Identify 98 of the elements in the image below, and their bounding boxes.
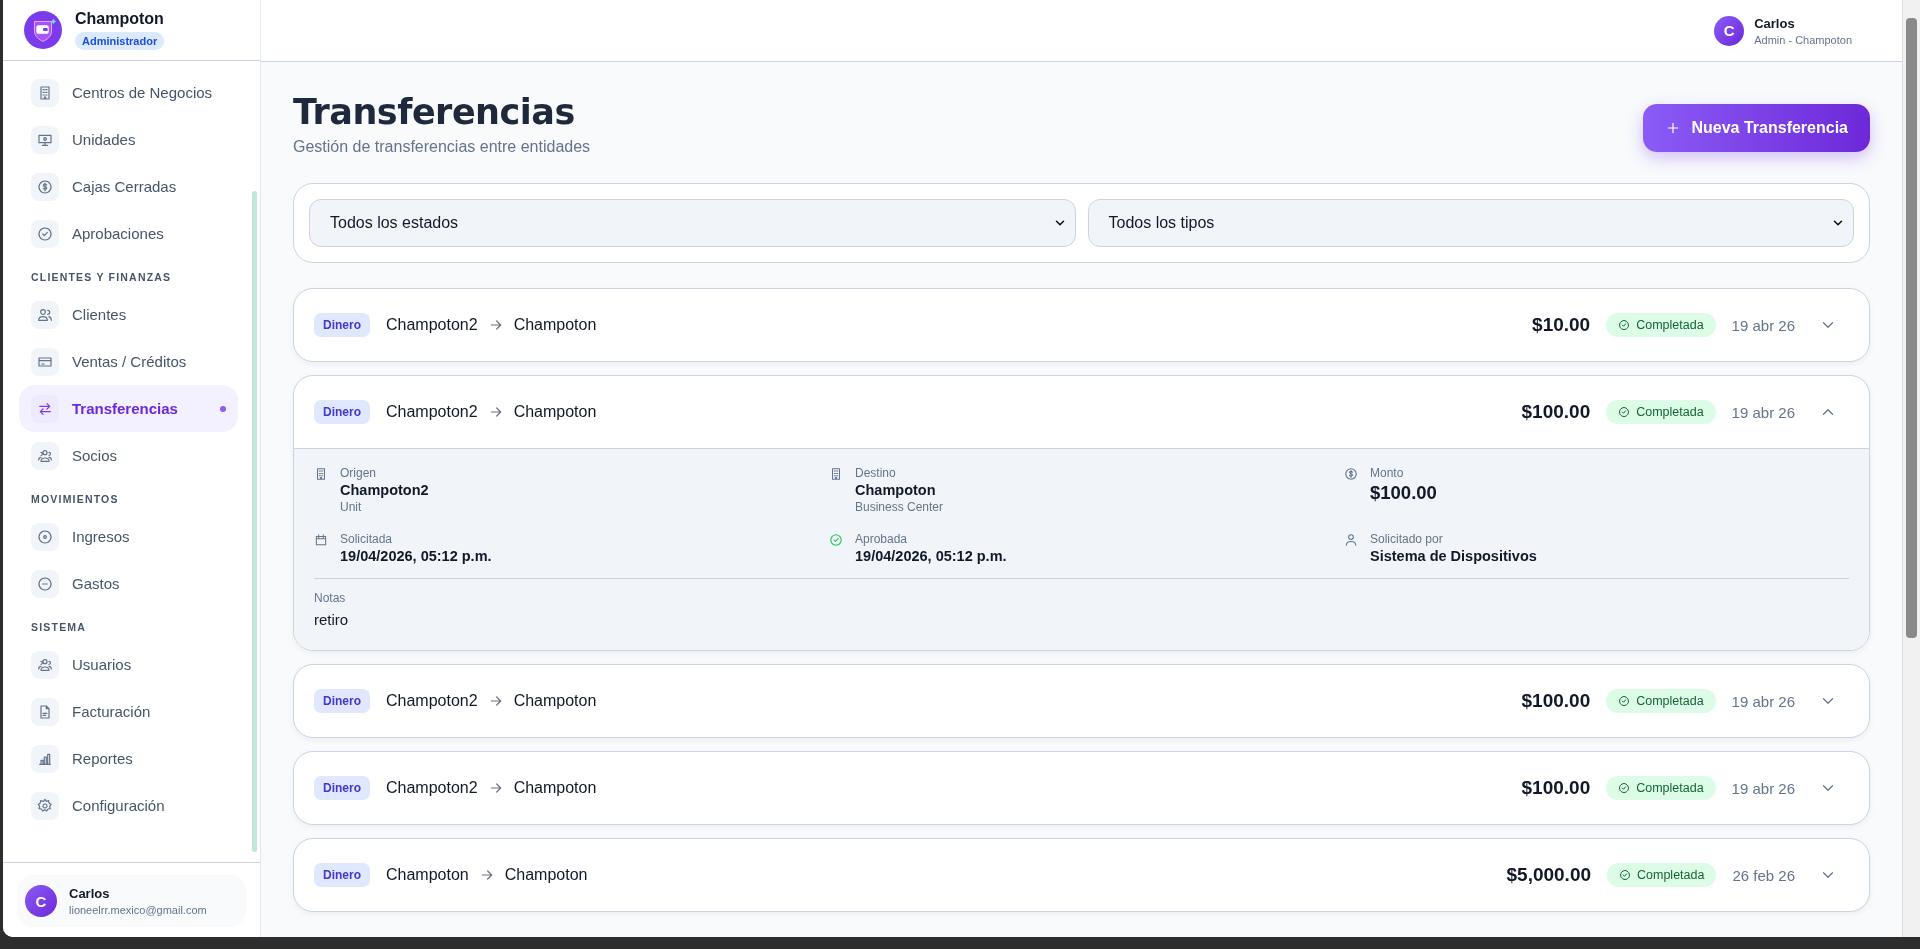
nav-item[interactable]: Unidades [19, 116, 238, 163]
transfer-row[interactable]: Dinero Champoton2 Champoton $100.00 Completada 19 abr 26 [294, 376, 1869, 448]
type-tag: Dinero [314, 689, 370, 713]
transfer-row[interactable]: Dinero Champoton2 Champoton $100.00 Completada 19 abr 26 [294, 752, 1869, 824]
amount: $100.00 [1521, 401, 1591, 423]
nav-item[interactable]: Clientes [19, 291, 238, 338]
status-badge: Completada [1606, 400, 1716, 424]
user-name: Carlos [1754, 15, 1796, 31]
swap-arrows-icon [37, 400, 53, 417]
nav-item[interactable]: Reportes [19, 735, 238, 782]
status-badge: Completada [1606, 313, 1716, 337]
nav-item[interactable]: Configuración [19, 782, 238, 829]
nav-item[interactable]: Ventas / Créditos [19, 338, 238, 385]
field-label: Aprobada [855, 532, 909, 546]
origin-name: Champoton2 [386, 403, 478, 421]
field-subtext: Business Center [855, 500, 944, 514]
status-badge: Completada [1606, 776, 1716, 800]
amount: $100.00 [1521, 690, 1591, 712]
transfer-row[interactable]: Dinero Champoton Champoton $5,000.00 Completada 26 feb 26 [294, 839, 1869, 911]
origin-name: Champoton2 [386, 779, 478, 797]
brand-name: Champoton [75, 10, 165, 28]
nav-section-heading: MOVIMIENTOS [30, 492, 120, 507]
field-value: Sistema de Dispositivos [1370, 548, 1537, 564]
transfer-row[interactable]: Dinero Champoton2 Champoton $10.00 Completada 19 abr 26 [294, 289, 1869, 361]
field-value: 19/04/2026, 05:12 p.m. [340, 548, 492, 564]
nav-item[interactable]: Gastos [19, 560, 238, 607]
origin-name: Champoton2 [386, 692, 478, 710]
destination-name: Champoton [513, 779, 597, 797]
nav-item[interactable]: Facturación [19, 688, 238, 735]
type-tag: Dinero [314, 863, 370, 887]
page-title: Transferencias [293, 92, 576, 132]
building-icon [314, 467, 328, 481]
notes-label: Notas [314, 591, 347, 605]
person-icon [1344, 533, 1358, 547]
role-badge: Administrador [75, 32, 165, 50]
amount: $5,000.00 [1506, 864, 1592, 886]
user-card[interactable]: C Carlos lioneelrr.mexico@gmail.com [17, 875, 246, 927]
building-icon [37, 84, 53, 101]
user-role: Admin - Champoton [1754, 33, 1852, 46]
date: 19 abr 26 [1731, 403, 1795, 421]
nav-item[interactable]: Ingresos [19, 513, 238, 560]
field-label: Destino [855, 466, 897, 480]
new-transfer-button[interactable]: Nueva Transferencia [1643, 104, 1870, 152]
status-badge: Completada [1607, 863, 1717, 887]
nav-item[interactable]: Transferencias [19, 385, 238, 432]
building-icon [829, 467, 843, 481]
destination-name: Champoton [504, 866, 588, 884]
scrollbar-thumb[interactable] [252, 191, 257, 852]
date: 19 abr 26 [1731, 779, 1795, 797]
type-tag: Dinero [314, 400, 370, 424]
nav-item[interactable]: Socios [19, 432, 238, 479]
calendar-icon [314, 533, 328, 547]
destination-name: Champoton [513, 692, 597, 710]
destination-name: Champoton [513, 403, 597, 421]
notes-text: retiro [314, 611, 350, 628]
nav-section-heading: SISTEMA [30, 620, 88, 635]
nav-item[interactable]: Usuarios [19, 641, 238, 688]
nav-section-heading: CLIENTES Y FINANZAS [30, 270, 173, 285]
user-name: Carlos [69, 886, 111, 901]
avatar: C [25, 885, 57, 917]
amount: $10.00 [1532, 314, 1591, 336]
field-value: Champoton2 [340, 482, 429, 498]
date: 19 abr 26 [1731, 692, 1795, 710]
dollar-icon [37, 178, 53, 195]
date: 19 abr 26 [1731, 316, 1795, 334]
field-label: Monto [1370, 466, 1405, 480]
gear-icon [37, 797, 53, 814]
nav-item[interactable]: Aprobaciones [19, 210, 238, 257]
group-icon [37, 447, 53, 464]
amount: $100.00 [1521, 777, 1591, 799]
field-label: Solicitada [340, 532, 394, 546]
group-icon [37, 656, 53, 673]
field-subtext: Unit [340, 500, 363, 514]
type-tag: Dinero [314, 313, 370, 337]
status-badge: Completada [1606, 689, 1716, 713]
field-value: 19/04/2026, 05:12 p.m. [855, 548, 1007, 564]
nav-item[interactable]: Cajas Cerradas [19, 163, 238, 210]
destination-name: Champoton [513, 316, 597, 334]
date: 26 feb 26 [1732, 866, 1795, 884]
dollar-icon [1344, 467, 1358, 481]
origin-name: Champoton [386, 866, 469, 884]
transfer-row[interactable]: Dinero Champoton2 Champoton $100.00 Completada 19 abr 26 [294, 665, 1869, 737]
avatar[interactable]: C [1714, 15, 1745, 46]
origin-name: Champoton2 [386, 316, 478, 334]
field-value: Champoton [855, 482, 937, 498]
field-value: $100.00 [1370, 482, 1437, 504]
user-email: lioneelrr.mexico@gmail.com [69, 904, 207, 916]
people-icon [37, 306, 53, 323]
nav-item[interactable]: Centros de Negocios [19, 69, 238, 116]
filter-dropdown[interactable]: Todos los estados [309, 199, 1076, 247]
field-label: Origen [340, 466, 378, 480]
document-icon [37, 703, 53, 720]
type-tag: Dinero [314, 776, 370, 800]
page-subtitle: Gestión de transferencias entre entidades [293, 138, 591, 156]
scrollbar-thumb[interactable] [1906, 18, 1917, 638]
filter-dropdown[interactable]: Todos los tipos [1087, 199, 1854, 247]
field-label: Solicitado por [1370, 532, 1444, 546]
wallet-logo-icon [24, 11, 62, 49]
